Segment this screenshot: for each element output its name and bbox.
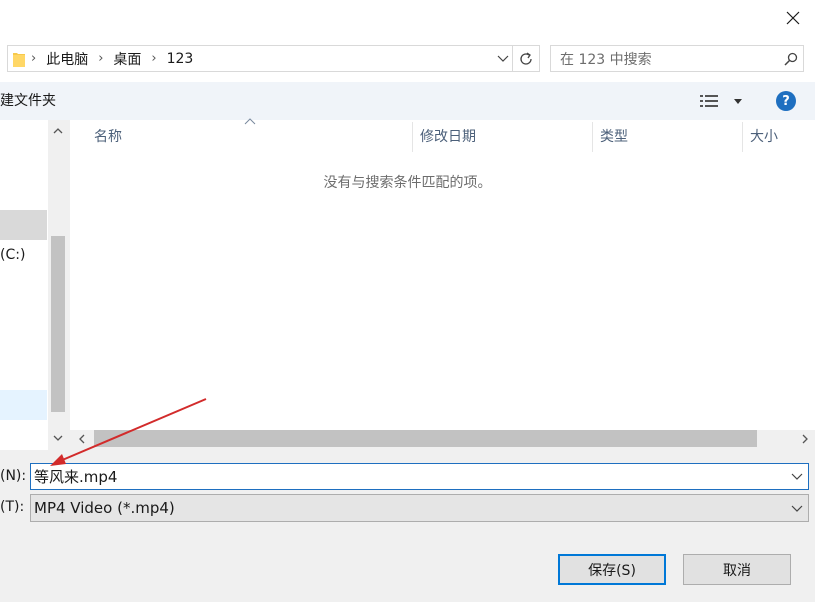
column-divider[interactable] xyxy=(592,122,593,152)
chevron-right-icon[interactable]: › xyxy=(145,51,162,66)
address-bar[interactable]: › 此电脑 › 桌面 › 123 xyxy=(7,45,513,72)
search-icon[interactable] xyxy=(779,52,803,66)
nav-item-hover[interactable] xyxy=(0,390,47,420)
save-button[interactable]: 保存(S) xyxy=(558,554,666,585)
chevron-right-icon: › xyxy=(31,51,37,66)
filename-input[interactable]: 等风来.mp4 xyxy=(31,466,786,487)
scroll-down-button[interactable] xyxy=(48,429,68,447)
filetype-select[interactable]: MP4 Video (*.mp4) xyxy=(30,494,809,522)
scroll-right-button[interactable] xyxy=(797,430,813,448)
filetype-value: MP4 Video (*.mp4) xyxy=(34,499,175,517)
breadcrumb-this-pc[interactable]: 此电脑 xyxy=(42,49,92,69)
chevron-down-icon[interactable] xyxy=(786,505,808,512)
scroll-left-button[interactable] xyxy=(74,430,90,448)
filename-label: (N): xyxy=(0,468,27,484)
column-header-modified[interactable]: 修改日期 xyxy=(420,121,476,153)
folder-icon xyxy=(8,51,25,67)
chevron-down-icon xyxy=(53,435,63,441)
column-header-type[interactable]: 类型 xyxy=(600,121,628,153)
chevron-down-icon xyxy=(497,55,509,62)
chevron-right-icon xyxy=(802,434,808,444)
chevron-up-icon xyxy=(53,128,63,134)
column-header-size[interactable]: 大小 xyxy=(750,121,778,153)
horizontal-scrollbar-thumb[interactable] xyxy=(94,430,757,447)
nav-item-drive-c[interactable]: (C:) xyxy=(0,247,25,267)
filename-combobox[interactable]: 等风来.mp4 xyxy=(30,463,809,490)
help-button[interactable]: ? xyxy=(776,91,796,111)
cancel-button[interactable]: 取消 xyxy=(683,554,791,585)
toolbar xyxy=(0,82,815,120)
new-folder-button[interactable]: 建文件夹 xyxy=(0,90,56,112)
nav-item-selected[interactable] xyxy=(0,210,47,240)
list-view-icon xyxy=(700,95,718,107)
close-button[interactable] xyxy=(770,0,815,36)
view-options-button[interactable] xyxy=(696,90,746,112)
refresh-button[interactable] xyxy=(513,45,540,72)
scrollbar-thumb[interactable] xyxy=(51,236,65,412)
filetype-label: (T): xyxy=(0,499,25,515)
file-list[interactable] xyxy=(70,120,815,430)
search-box[interactable]: 在 123 中搜索 xyxy=(550,45,804,72)
search-input[interactable]: 在 123 中搜索 xyxy=(551,49,779,69)
scroll-up-button[interactable] xyxy=(48,122,68,140)
address-dropdown-button[interactable] xyxy=(493,46,513,71)
sort-ascending-icon xyxy=(244,118,256,125)
column-divider[interactable] xyxy=(412,122,413,152)
title-bar xyxy=(0,0,815,36)
column-header-name[interactable]: 名称 xyxy=(94,121,122,153)
breadcrumb-desktop[interactable]: 桌面 xyxy=(109,49,145,69)
chevron-left-icon xyxy=(79,434,85,444)
refresh-icon xyxy=(520,51,532,65)
caret-down-icon xyxy=(734,98,742,104)
close-icon xyxy=(786,11,799,25)
breadcrumb-123[interactable]: 123 xyxy=(163,51,198,67)
column-divider[interactable] xyxy=(742,122,743,152)
empty-results-message: 没有与搜索条件匹配的项。 xyxy=(323,175,492,191)
chevron-right-icon[interactable]: › xyxy=(92,51,109,66)
chevron-down-icon[interactable] xyxy=(786,473,808,480)
